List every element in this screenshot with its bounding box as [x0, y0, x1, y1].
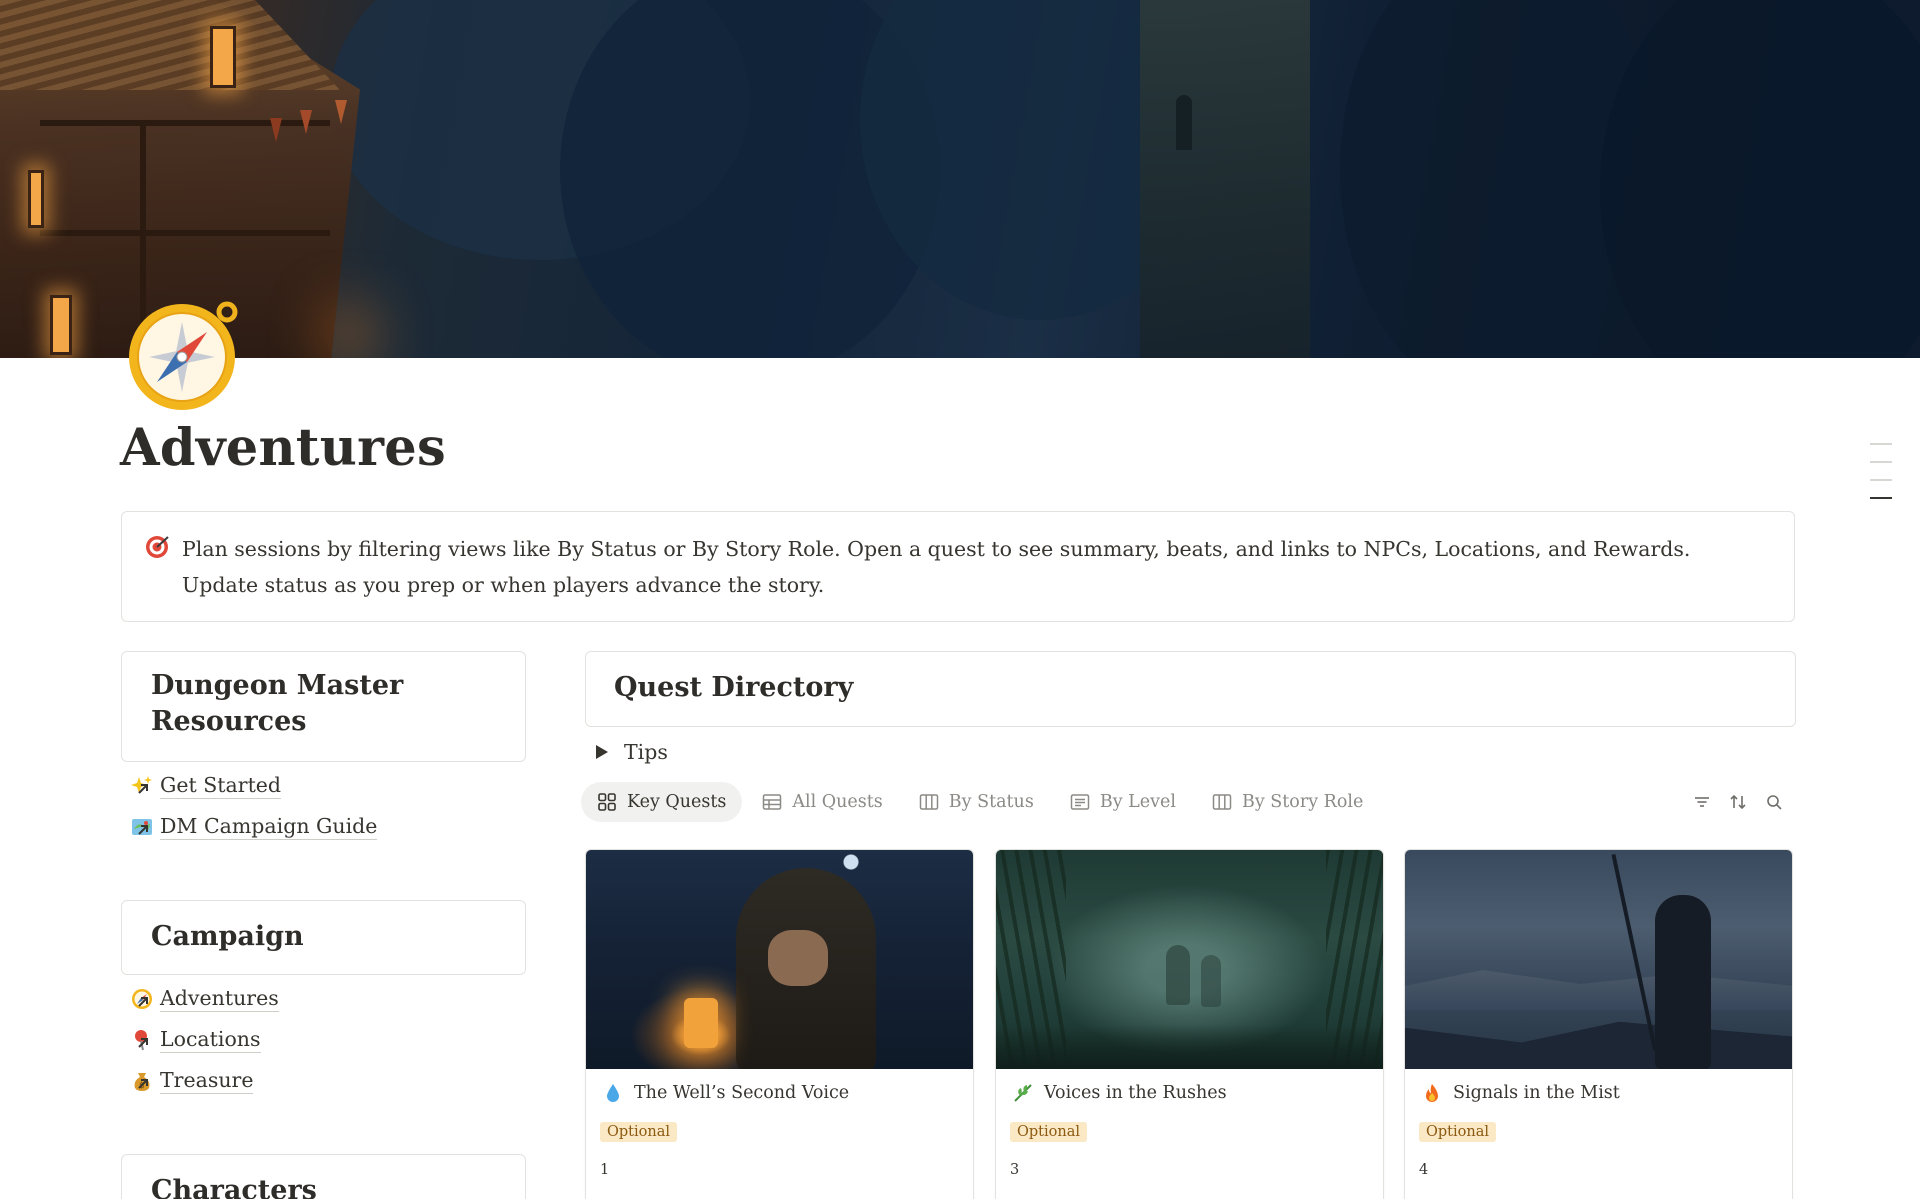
- card-cover-image: [586, 850, 973, 1069]
- board-icon: [919, 794, 939, 810]
- herb-icon: [1012, 1082, 1034, 1104]
- view-tools: [1690, 790, 1798, 814]
- card-title-row: The Well’s Second Voice: [602, 1082, 849, 1104]
- quest-card[interactable]: Signals in the Mist Optional 4: [1404, 849, 1793, 1199]
- section-campaign: Campaign: [121, 900, 526, 975]
- status-badge: Optional: [600, 1122, 677, 1142]
- card-title: The Well’s Second Voice: [634, 1083, 850, 1103]
- page-title: Adventures: [120, 418, 447, 478]
- section-heading: Dungeon Master Resources: [151, 670, 404, 737]
- pin-icon: [130, 1028, 154, 1052]
- tab-all-quests[interactable]: All Quests: [746, 782, 898, 822]
- link-adventures[interactable]: Adventures: [130, 985, 279, 1012]
- search-icon[interactable]: [1762, 790, 1786, 814]
- link-treasure[interactable]: $ Treasure: [130, 1067, 254, 1094]
- cover-image: [0, 0, 1920, 358]
- tab-label: Key Quests: [627, 792, 727, 812]
- view-tabs: Key Quests All Quests By Status By Level…: [581, 782, 1383, 822]
- sort-icon[interactable]: [1726, 790, 1750, 814]
- tab-label: All Quests: [792, 792, 883, 812]
- tab-by-status[interactable]: By Status: [903, 782, 1050, 822]
- link-dm-campaign-guide[interactable]: DM Campaign Guide: [130, 813, 378, 840]
- card-number: 4: [1419, 1162, 1429, 1178]
- tab-label: By Level: [1099, 792, 1176, 812]
- list-icon: [1070, 794, 1090, 810]
- sparkles-icon: [130, 774, 154, 798]
- link-label: Treasure: [160, 1068, 254, 1094]
- tips-toggle[interactable]: Tips: [594, 740, 668, 764]
- quest-directory-header: Quest Directory: [585, 651, 1796, 727]
- card-title: Voices in the Rushes: [1044, 1083, 1227, 1103]
- target-icon: [144, 534, 170, 560]
- fire-icon: [1421, 1082, 1443, 1104]
- callout-text: Plan sessions by filtering views like By…: [182, 537, 1691, 597]
- compass-icon[interactable]: [127, 300, 241, 414]
- link-label: Locations: [160, 1027, 261, 1053]
- tab-label: By Story Role: [1241, 792, 1364, 812]
- money-bag-icon: $: [130, 1069, 154, 1093]
- card-title-row: Voices in the Rushes: [1012, 1082, 1227, 1104]
- section-heading: Quest Directory: [614, 672, 854, 703]
- droplet-icon: [602, 1082, 624, 1104]
- compass-icon: [130, 987, 154, 1011]
- status-badge: Optional: [1419, 1122, 1496, 1142]
- card-number: 1: [600, 1162, 610, 1178]
- board-icon: [1212, 794, 1232, 810]
- status-badge: Optional: [1010, 1122, 1087, 1142]
- gallery-icon: [598, 793, 616, 811]
- filter-icon[interactable]: [1690, 790, 1714, 814]
- card-title-row: Signals in the Mist: [1421, 1082, 1620, 1104]
- table-of-contents[interactable]: [1870, 443, 1892, 515]
- callout: Plan sessions by filtering views like By…: [121, 511, 1795, 622]
- card-cover-image: [1405, 850, 1792, 1069]
- tab-by-level[interactable]: By Level: [1054, 782, 1192, 822]
- ruined-tower: [1140, 0, 1310, 358]
- link-label: Get Started: [160, 773, 282, 799]
- link-label: DM Campaign Guide: [160, 814, 378, 840]
- section-characters: Characters: [121, 1154, 526, 1199]
- tab-by-story-role[interactable]: By Story Role: [1196, 782, 1379, 822]
- link-label: Adventures: [160, 986, 279, 1012]
- toggle-label: Tips: [624, 740, 668, 764]
- section-heading: Campaign: [151, 921, 304, 952]
- quest-card[interactable]: The Well’s Second Voice Optional 1: [585, 849, 974, 1199]
- link-get-started[interactable]: Get Started: [130, 772, 282, 799]
- card-title: Signals in the Mist: [1453, 1083, 1620, 1103]
- tab-label: By Status: [948, 792, 1034, 812]
- triangle-right-icon: [596, 745, 608, 759]
- card-cover-image: [996, 850, 1383, 1069]
- map-icon: [130, 815, 154, 839]
- card-number: 3: [1010, 1162, 1020, 1178]
- table-icon: [763, 794, 782, 810]
- section-heading: Characters: [151, 1175, 317, 1199]
- section-dm-resources: Dungeon Master Resources: [121, 651, 526, 762]
- tab-key-quests[interactable]: Key Quests: [581, 782, 743, 822]
- link-locations[interactable]: Locations: [130, 1026, 261, 1053]
- quest-card[interactable]: Voices in the Rushes Optional 3: [995, 849, 1384, 1199]
